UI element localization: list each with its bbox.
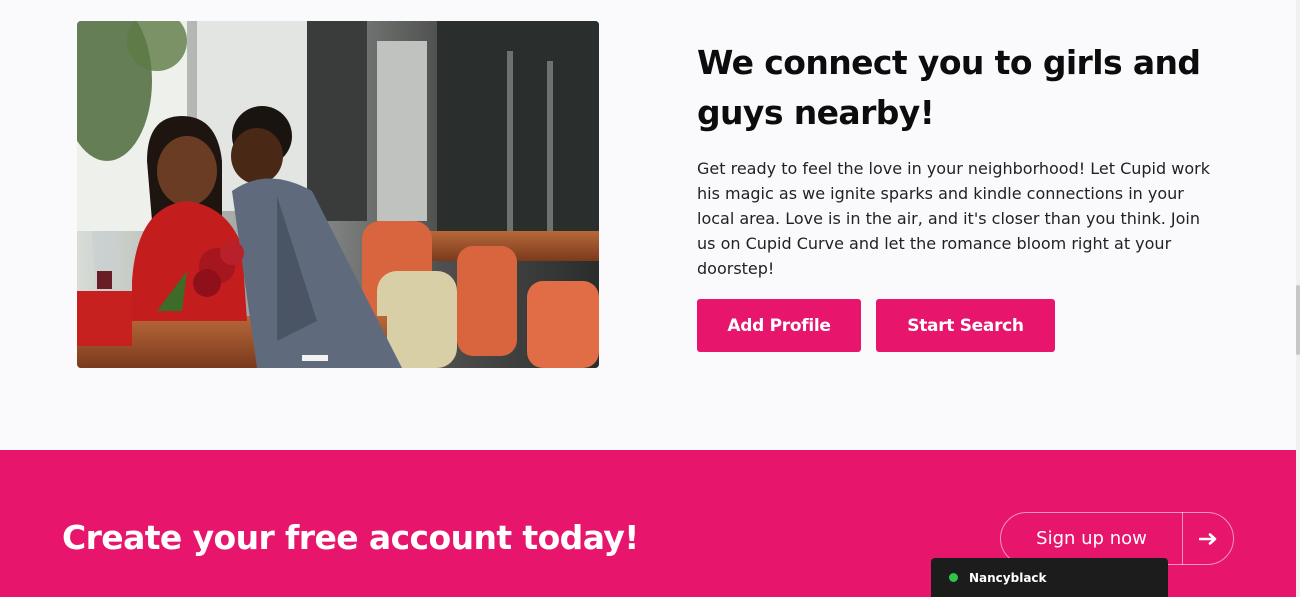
hero-headline: We connect you to girls and guys nearby! [697,38,1237,138]
chat-widget[interactable]: Nancyblack [931,558,1168,597]
cta-title: Create your free account today! [62,518,639,557]
chat-username: Nancyblack [969,570,1047,585]
couple-photo-illustration [77,21,599,368]
scrollbar-thumb[interactable] [1296,285,1300,355]
hero-copy: We connect you to girls and guys nearby!… [697,38,1237,281]
hero-description: Get ready to feel the love in your neigh… [697,159,1210,278]
add-profile-button[interactable]: Add Profile [697,299,861,352]
sign-up-label: Sign up now [1036,528,1147,549]
page-scrollbar[interactable] [1296,0,1300,597]
hero-headline-line2: guys nearby! [697,93,935,132]
hero-section: We connect you to girls and guys nearby!… [0,0,1300,450]
arrow-right-icon [1183,532,1233,545]
hero-actions: Add Profile Start Search [697,299,1055,352]
hero-headline-line1: We connect you to girls and [697,43,1201,82]
online-status-icon [949,573,958,582]
hero-photo-couple [77,21,599,368]
start-search-button[interactable]: Start Search [876,299,1055,352]
